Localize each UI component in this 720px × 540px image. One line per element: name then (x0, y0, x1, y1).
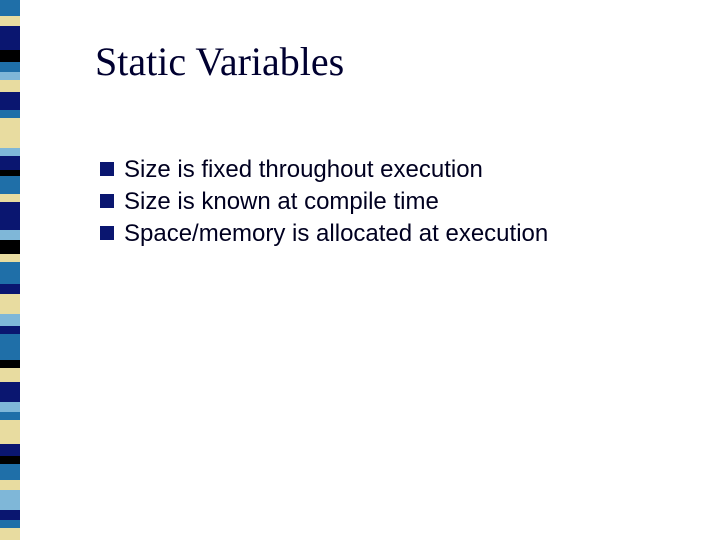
stripe-segment (0, 254, 20, 262)
stripe-segment (0, 240, 20, 254)
stripe-segment (0, 50, 20, 62)
bullet-square-icon (100, 226, 114, 240)
stripe-segment (0, 412, 20, 420)
stripe-segment (0, 294, 20, 314)
stripe-segment (0, 510, 20, 520)
stripe-segment (0, 360, 20, 368)
stripe-segment (0, 326, 20, 334)
decorative-stripe (0, 0, 20, 540)
list-item: Space/memory is allocated at execution (100, 219, 660, 249)
stripe-segment (0, 156, 20, 170)
stripe-segment (0, 490, 20, 510)
stripe-segment (0, 16, 20, 26)
stripe-segment (0, 480, 20, 490)
stripe-segment (0, 528, 20, 540)
stripe-segment (0, 0, 20, 16)
list-item: Size is known at compile time (100, 187, 660, 217)
stripe-segment (0, 194, 20, 202)
stripe-segment (0, 202, 20, 230)
bullet-square-icon (100, 194, 114, 208)
list-item: Size is fixed throughout execution (100, 155, 660, 185)
stripe-segment (0, 62, 20, 72)
bullet-text: Size is fixed throughout execution (124, 155, 483, 185)
stripe-segment (0, 80, 20, 92)
stripe-segment (0, 456, 20, 464)
bullet-text: Size is known at compile time (124, 187, 439, 217)
stripe-segment (0, 262, 20, 284)
stripe-segment (0, 110, 20, 118)
stripe-segment (0, 230, 20, 240)
stripe-segment (0, 520, 20, 528)
bullet-text: Space/memory is allocated at execution (124, 219, 548, 249)
stripe-segment (0, 464, 20, 480)
stripe-segment (0, 26, 20, 50)
stripe-segment (0, 176, 20, 194)
slide: Static Variables Size is fixed throughou… (0, 0, 720, 540)
stripe-segment (0, 72, 20, 80)
stripe-segment (0, 284, 20, 294)
stripe-segment (0, 148, 20, 156)
stripe-segment (0, 368, 20, 382)
stripe-segment (0, 420, 20, 444)
stripe-segment (0, 314, 20, 326)
stripe-segment (0, 92, 20, 110)
stripe-segment (0, 334, 20, 360)
stripe-segment (0, 382, 20, 402)
stripe-segment (0, 444, 20, 456)
stripe-segment (0, 118, 20, 148)
bullet-list: Size is fixed throughout execution Size … (100, 155, 660, 251)
bullet-square-icon (100, 162, 114, 176)
slide-title: Static Variables (95, 38, 344, 85)
stripe-segment (0, 402, 20, 412)
